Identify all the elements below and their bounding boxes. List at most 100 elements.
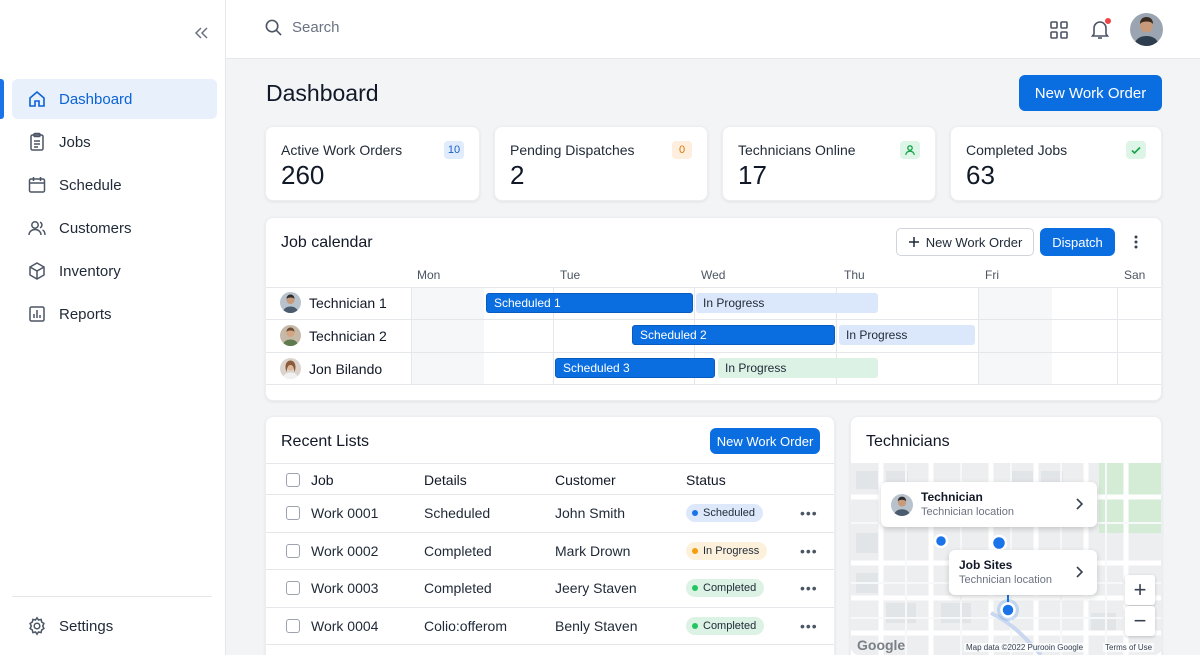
sidebar-item-label: Jobs [59,133,91,151]
job-cell[interactable]: Work 0001 [311,505,378,521]
row-more-icon[interactable]: ••• [800,544,818,558]
popup-title: Job Sites [959,558,1013,572]
recent-lists-title: Recent Lists [281,433,370,450]
row-more-icon[interactable]: ••• [800,581,818,595]
stat-card-completed-jobs: Completed Jobs 63 [950,126,1162,201]
sidebar-item-inventory[interactable]: Inventory [12,251,217,291]
details-cell: Completed [424,580,492,596]
stat-card-pending-dispatches: Pending Dispatches 2 0 [494,126,708,201]
technician-name: Technician 2 [309,327,387,344]
page-title: Dashboard [266,80,379,106]
job-cell[interactable]: Work 0002 [311,543,378,559]
user-avatar[interactable] [1130,13,1163,46]
chevron-right-icon [1075,566,1083,578]
grid-line [1117,287,1118,384]
stat-value: 260 [281,160,325,190]
row-more-icon[interactable]: ••• [800,506,818,520]
in-progress-bar[interactable]: In Progress [718,358,878,378]
calendar-new-work-order-button[interactable]: New Work Order [896,228,1034,256]
scheduled-bar[interactable]: Scheduled 3 [555,358,715,378]
stat-card-technicians-online: Technicians Online 17 [722,126,936,201]
status-badge: Completed [686,617,765,635]
row-more-icon[interactable]: ••• [800,619,818,633]
avatar [891,494,913,516]
day-label: Fri [985,268,999,282]
divider [266,463,834,464]
popup-subtitle: Technician location [921,506,1014,518]
job-calendar-card: Job calendar New Work Order Dispatch Mon… [265,217,1162,401]
stat-label: Technicians Online [738,142,856,158]
zoom-out-button[interactable]: − [1125,606,1155,636]
stat-label: Active Work Orders [281,142,403,158]
map[interactable]: Technician Technician location Job Sites… [851,463,1161,655]
row-checkbox[interactable] [286,506,300,520]
calendar-icon [27,175,47,195]
sidebar-item-label: Dashboard [59,90,133,108]
status-dot [692,548,698,554]
gear-icon [27,616,47,636]
in-progress-bar[interactable]: In Progress [839,325,975,345]
scheduled-bar[interactable]: Scheduled 1 [486,293,693,313]
row-checkbox[interactable] [286,581,300,595]
column-header[interactable]: Details [424,472,467,488]
sidebar-item-dashboard[interactable]: Dashboard [12,79,217,119]
stat-value: 63 [966,160,995,190]
grid-line [266,384,1161,385]
check-icon [1126,141,1146,159]
box-icon [27,261,47,281]
customer-cell: Jeery Staven [555,580,637,596]
job-cell[interactable]: Work 0003 [311,580,378,596]
sidebar-item-label: Settings [59,617,114,635]
in-progress-bar[interactable]: In Progress [696,293,878,313]
search-icon [264,18,283,37]
dispatch-button[interactable]: Dispatch [1040,228,1115,256]
map-attribution: Map data ©2022 Purooin Google [964,643,1086,652]
clipboard-icon [27,132,47,152]
status-label: Completed [703,582,757,594]
collapse-sidebar-icon[interactable] [190,22,212,44]
stat-value: 17 [738,160,767,190]
grid-line [266,319,1161,320]
row-checkbox[interactable] [286,544,300,558]
calendar-shade [979,287,1052,384]
apps-grid-icon[interactable] [1047,18,1071,42]
new-work-order-button[interactable]: New Work Order [1019,75,1162,111]
users-icon [27,218,47,238]
sidebar-item-reports[interactable]: Reports [12,294,217,334]
technician-popup[interactable]: Technician Technician location [881,482,1097,527]
job-sites-popup[interactable]: Job Sites Technician location [949,550,1097,595]
zoom-in-button[interactable]: + [1125,575,1155,605]
grid-line [411,287,412,384]
technicians-card: Technicians Technician Technician locati… [850,416,1162,655]
column-header[interactable]: Job [311,472,334,488]
grid-line [266,287,1161,288]
recent-lists-card: Recent Lists New Work Order Job Details … [265,416,835,655]
day-label: Mon [417,268,441,282]
select-all-checkbox[interactable] [286,473,300,487]
column-header[interactable]: Customer [555,472,616,488]
details-cell: Completed [424,543,492,559]
calendar-title: Job calendar [281,234,373,251]
technician-row-label: Technician 1 [280,292,387,313]
avatar [280,325,301,346]
stat-label: Completed Jobs [966,142,1068,158]
chevron-right-icon [1075,498,1083,510]
stat-value: 2 [510,160,525,190]
map-terms-link[interactable]: Terms of Use [1103,643,1155,652]
more-vertical-icon[interactable] [1128,233,1144,251]
column-header[interactable]: Status [686,472,726,488]
map-logo: Google [857,637,906,653]
plus-icon [908,236,920,248]
job-cell[interactable]: Work 0004 [311,618,378,634]
sidebar-item-schedule[interactable]: Schedule [12,165,217,205]
details-cell: Scheduled [424,505,491,521]
sidebar-item-settings[interactable]: Settings [12,606,217,646]
sidebar-item-customers[interactable]: Customers [12,208,217,248]
scheduled-bar[interactable]: Scheduled 2 [632,325,835,345]
divider [266,569,834,570]
recent-new-work-order-button[interactable]: New Work Order [710,428,820,454]
sidebar-item-jobs[interactable]: Jobs [12,122,217,162]
row-checkbox[interactable] [286,619,300,633]
search-input[interactable] [292,19,592,36]
active-indicator [0,79,4,119]
